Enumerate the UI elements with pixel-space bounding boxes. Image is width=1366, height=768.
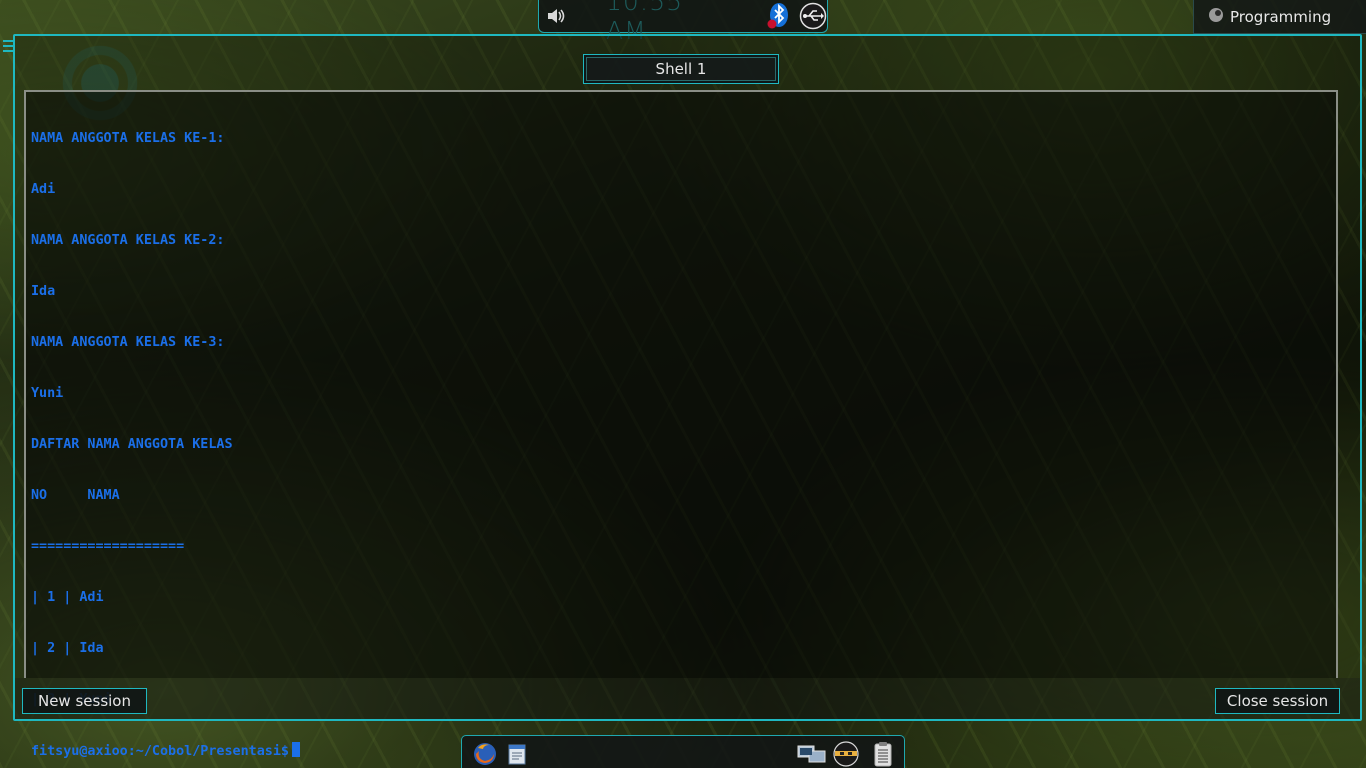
terminal-line: | 2 | Ida	[31, 641, 104, 656]
tab-shell-1[interactable]: Shell 1	[583, 54, 779, 84]
dock-panel	[461, 735, 905, 768]
text-cursor	[291, 742, 300, 757]
close-session-button[interactable]: Close session	[1215, 688, 1340, 714]
terminal-line: ===================	[31, 539, 185, 554]
usb-icon[interactable]	[799, 2, 827, 30]
session-bar	[15, 678, 1360, 719]
text-editor-icon[interactable]	[504, 741, 530, 767]
top-panel: 10:55 AM	[538, 0, 828, 45]
terminal-line: | 1 | Adi	[31, 590, 104, 605]
activity-icon	[1208, 7, 1224, 27]
firefox-icon[interactable]	[472, 741, 498, 767]
volume-icon[interactable]	[543, 2, 570, 30]
terminal-line: Ida	[31, 284, 56, 299]
clipboard-icon[interactable]	[870, 741, 896, 767]
terminal-line: DAFTAR NAMA ANGGOTA KELAS	[31, 437, 233, 452]
shell-prompt: fitsyu@axioo:~/Cobol/Presentasi$	[31, 744, 289, 759]
new-session-button[interactable]: New session	[22, 688, 147, 714]
terminal-line: NAMA ANGGOTA KELAS KE-1:	[31, 131, 225, 146]
bluetooth-icon[interactable]	[764, 2, 791, 30]
activity-label: Programming	[1230, 7, 1332, 26]
terminal-line: Yuni	[31, 386, 64, 401]
terminal-line: NAMA ANGGOTA KELAS KE-2:	[31, 233, 225, 248]
terminal-line: Adi	[31, 182, 56, 197]
network-monitor-icon[interactable]	[796, 741, 828, 767]
terminal-line: NO NAMA	[31, 488, 120, 503]
terminal-output[interactable]: NAMA ANGGOTA KELAS KE-1: Adi NAMA ANGGOT…	[24, 90, 1338, 759]
ninja-icon[interactable]	[830, 741, 862, 767]
terminal-line: NAMA ANGGOTA KELAS KE-3:	[31, 335, 225, 350]
activity-switcher[interactable]: Programming	[1193, 0, 1366, 34]
